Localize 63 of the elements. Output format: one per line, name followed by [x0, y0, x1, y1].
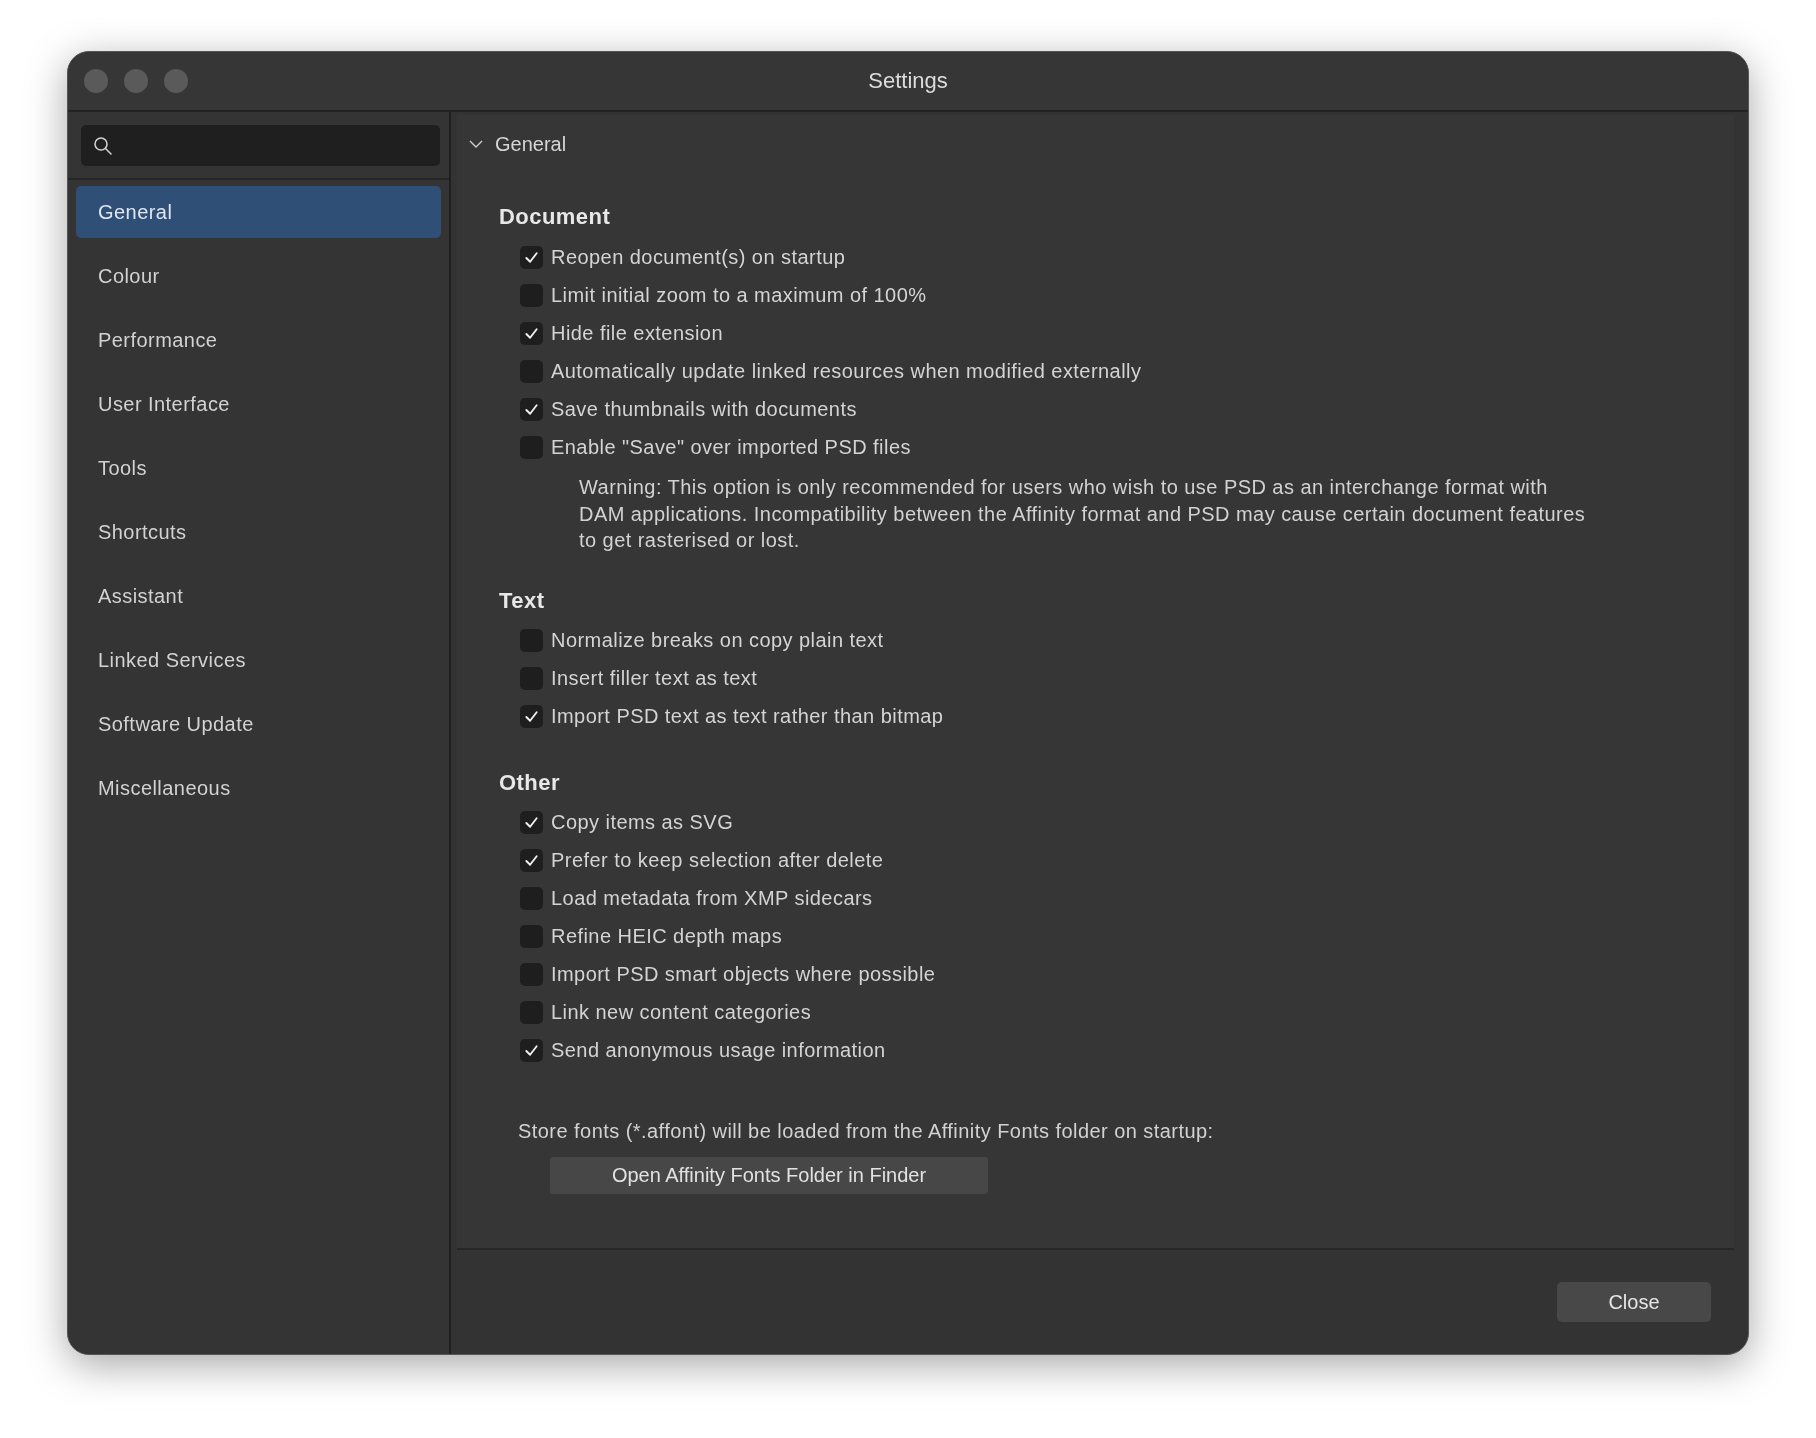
checkmark-icon [524, 249, 539, 265]
option-label: Send anonymous usage information [551, 1039, 886, 1062]
fonts-note: Store fonts (*.affont) will be loaded from the Affinity Fonts folder on startup: [517, 1118, 1215, 1143]
sidebar-item[interactable]: Performance [76, 314, 441, 366]
group-heading: Other [499, 769, 561, 796]
sidebar-item[interactable]: Miscellaneous [76, 762, 441, 814]
sidebar-item[interactable]: Software Update [76, 698, 441, 750]
checkbox[interactable] [520, 925, 543, 948]
window-control-button[interactable] [124, 69, 148, 93]
checkmark-icon [524, 325, 539, 341]
search-field[interactable] [81, 125, 440, 166]
checkbox[interactable] [520, 811, 543, 834]
checkmark-icon [524, 815, 539, 830]
option-label: Prefer to keep selection after delete [551, 849, 884, 872]
option-label: Reopen document(s) on startup [551, 245, 846, 269]
option-label: Insert filler text as text [551, 667, 758, 690]
checkbox[interactable] [520, 849, 543, 872]
sidebar-item[interactable]: Assistant [76, 570, 441, 622]
section-title: General [495, 132, 567, 156]
option-label: Automatically update linked resources when modified externally [551, 359, 1142, 383]
option-label: Save thumbnails with documents [551, 397, 857, 421]
checkbox[interactable] [520, 1001, 543, 1024]
checkbox[interactable] [520, 1039, 543, 1062]
checkmark-icon [524, 709, 539, 724]
warning-text: Warning: This option is only recommended for users who wish to use PSD as an interchange format with DAM applications. Incompatibility between the Affinity format and PSD may cause certain document features to get rasterised or lost. [578, 475, 1587, 553]
option-label: Refine HEIC depth maps [551, 925, 783, 948]
window-control-button[interactable] [164, 69, 188, 93]
option-label: Copy items as SVG [551, 811, 734, 834]
window-control-button[interactable] [84, 69, 108, 93]
option-label: Limit initial zoom to a maximum of 100% [551, 283, 927, 307]
option-label: Enable "Save" over imported PSD files [551, 435, 911, 459]
checkbox[interactable] [520, 705, 543, 728]
checkbox[interactable] [520, 321, 543, 345]
group-heading: Document [499, 204, 612, 230]
checkbox[interactable] [520, 963, 543, 986]
checkmark-icon [524, 1043, 539, 1058]
sidebar-item[interactable]: Shortcuts [76, 506, 441, 558]
checkbox[interactable] [520, 283, 543, 307]
checkbox[interactable] [520, 245, 543, 269]
sidebar-item[interactable]: Linked Services [76, 634, 441, 686]
checkbox[interactable] [520, 667, 543, 690]
checkmark-icon [524, 401, 539, 417]
checkmark-icon [524, 853, 539, 868]
checkbox[interactable] [520, 435, 543, 459]
search-icon [93, 135, 113, 156]
option-label: Import PSD smart objects where possible [551, 963, 936, 986]
option-label: Load metadata from XMP sidecars [551, 887, 873, 910]
sidebar-item[interactable]: Tools [76, 442, 441, 494]
window-title: Settings [868, 68, 948, 94]
option-label: Import PSD text as text rather than bitmap [551, 705, 944, 728]
option-label: Link new content categories [551, 1001, 812, 1024]
sidebar-item[interactable]: General [76, 186, 441, 238]
checkbox[interactable] [520, 629, 543, 652]
checkbox[interactable] [520, 397, 543, 421]
checkbox[interactable] [520, 887, 543, 910]
sidebar-item[interactable]: Colour [76, 250, 441, 302]
group-heading: Text [499, 587, 546, 614]
option-label: Normalize breaks on copy plain text [551, 629, 884, 652]
close-button[interactable]: Close [1557, 1282, 1711, 1322]
option-label: Hide file extension [551, 321, 723, 345]
sidebar-item[interactable]: User Interface [76, 378, 441, 430]
open-fonts-folder-button[interactable]: Open Affinity Fonts Folder in Finder [550, 1156, 988, 1194]
checkbox[interactable] [520, 359, 543, 383]
